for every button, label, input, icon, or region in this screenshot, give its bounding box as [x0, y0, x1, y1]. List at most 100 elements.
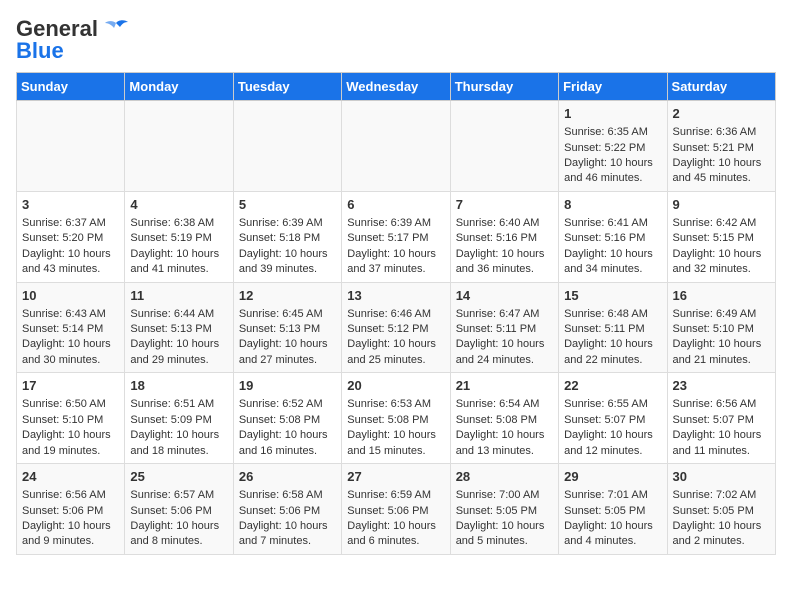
day-info: Sunset: 5:11 PM — [564, 322, 661, 337]
day-number: 6 — [347, 196, 444, 214]
day-number: 28 — [456, 468, 553, 486]
day-info: Sunrise: 7:02 AM — [673, 488, 770, 503]
calendar-cell: 13 Sunrise: 6:46 AMSunset: 5:12 PMDayligh… — [342, 282, 450, 373]
calendar-cell: 17Sunrise: 6:50 AMSunset: 5:10 PMDayligh… — [17, 373, 125, 464]
calendar-cell: 23Sunrise: 6:56 AMSunset: 5:07 PMDayligh… — [667, 373, 775, 464]
day-info: Daylight: 10 hours and 27 minutes. — [239, 337, 336, 368]
day-info: Daylight: 10 hours and 39 minutes. — [239, 247, 336, 278]
calendar-cell: 15 Sunrise: 6:48 AMSunset: 5:11 PMDayligh… — [559, 282, 667, 373]
day-info: Daylight: 10 hours and 22 minutes. — [564, 337, 661, 368]
day-info: Sunset: 5:08 PM — [456, 413, 553, 428]
day-info: Sunset: 5:20 PM — [22, 231, 119, 246]
day-info: Daylight: 10 hours and 16 minutes. — [239, 428, 336, 459]
day-number: 11 — [130, 287, 227, 305]
day-info: Sunset: 5:06 PM — [239, 504, 336, 519]
day-number: 16 — [673, 287, 770, 305]
day-info: Sunset: 5:19 PM — [130, 231, 227, 246]
day-info: Daylight: 10 hours and 7 minutes. — [239, 519, 336, 550]
calendar-cell: 21Sunrise: 6:54 AMSunset: 5:08 PMDayligh… — [450, 373, 558, 464]
calendar-cell — [125, 101, 233, 192]
day-number: 29 — [564, 468, 661, 486]
day-info: Sunrise: 6:37 AM — [22, 216, 119, 231]
day-info: Daylight: 10 hours and 45 minutes. — [673, 156, 770, 187]
week-row-4: 17Sunrise: 6:50 AMSunset: 5:10 PMDayligh… — [17, 373, 776, 464]
day-info: Sunrise: 6:41 AM — [564, 216, 661, 231]
day-info: Sunset: 5:09 PM — [130, 413, 227, 428]
day-info: Sunrise: 6:50 AM — [22, 397, 119, 412]
day-info: Daylight: 10 hours and 46 minutes. — [564, 156, 661, 187]
day-info: Sunrise: 6:39 AM — [239, 216, 336, 231]
day-number: 1 — [564, 105, 661, 123]
day-info: Sunrise: 6:59 AM — [347, 488, 444, 503]
day-info: Sunset: 5:11 PM — [456, 322, 553, 337]
day-info: Sunset: 5:18 PM — [239, 231, 336, 246]
day-info: Sunrise: 6:46 AM — [347, 307, 444, 322]
calendar-cell: 18Sunrise: 6:51 AMSunset: 5:09 PMDayligh… — [125, 373, 233, 464]
day-number: 24 — [22, 468, 119, 486]
day-info: Daylight: 10 hours and 36 minutes. — [456, 247, 553, 278]
day-number: 3 — [22, 196, 119, 214]
day-number: 15 — [564, 287, 661, 305]
day-info: Sunset: 5:21 PM — [673, 141, 770, 156]
calendar-cell: 8Sunrise: 6:41 AMSunset: 5:16 PMDaylight… — [559, 191, 667, 282]
day-info: Sunrise: 6:43 AM — [22, 307, 119, 322]
day-info: Sunrise: 6:56 AM — [673, 397, 770, 412]
day-info: Sunset: 5:10 PM — [673, 322, 770, 337]
day-info: Sunrise: 6:47 AM — [456, 307, 553, 322]
day-number: 4 — [130, 196, 227, 214]
day-info: Daylight: 10 hours and 32 minutes. — [673, 247, 770, 278]
day-info: Sunrise: 6:52 AM — [239, 397, 336, 412]
day-number: 9 — [673, 196, 770, 214]
calendar-cell: 22Sunrise: 6:55 AMSunset: 5:07 PMDayligh… — [559, 373, 667, 464]
day-info: Sunrise: 6:51 AM — [130, 397, 227, 412]
day-info: Sunrise: 7:01 AM — [564, 488, 661, 503]
day-number: 8 — [564, 196, 661, 214]
weekday-header-monday: Monday — [125, 73, 233, 101]
day-info: Sunrise: 6:48 AM — [564, 307, 661, 322]
calendar-cell: 26Sunrise: 6:58 AMSunset: 5:06 PMDayligh… — [233, 464, 341, 555]
day-info: Sunset: 5:05 PM — [564, 504, 661, 519]
day-info: Daylight: 10 hours and 6 minutes. — [347, 519, 444, 550]
day-number: 2 — [673, 105, 770, 123]
day-number: 18 — [130, 377, 227, 395]
day-info: Daylight: 10 hours and 9 minutes. — [22, 519, 119, 550]
logo: General Blue — [16, 16, 130, 64]
day-info: Sunrise: 6:54 AM — [456, 397, 553, 412]
calendar-cell — [450, 101, 558, 192]
day-info: Daylight: 10 hours and 11 minutes. — [673, 428, 770, 459]
day-info: Sunrise: 6:42 AM — [673, 216, 770, 231]
day-info: Sunset: 5:07 PM — [564, 413, 661, 428]
calendar-cell — [342, 101, 450, 192]
day-info: Sunrise: 6:57 AM — [130, 488, 227, 503]
weekday-header-row: SundayMondayTuesdayWednesdayThursdayFrid… — [17, 73, 776, 101]
calendar-table: SundayMondayTuesdayWednesdayThursdayFrid… — [16, 72, 776, 555]
day-info: Daylight: 10 hours and 37 minutes. — [347, 247, 444, 278]
day-number: 7 — [456, 196, 553, 214]
day-info: Daylight: 10 hours and 5 minutes. — [456, 519, 553, 550]
calendar-cell: 29Sunrise: 7:01 AMSunset: 5:05 PMDayligh… — [559, 464, 667, 555]
day-info: Sunset: 5:10 PM — [22, 413, 119, 428]
calendar-cell: 25Sunrise: 6:57 AMSunset: 5:06 PMDayligh… — [125, 464, 233, 555]
week-row-1: 1Sunrise: 6:35 AMSunset: 5:22 PMDaylight… — [17, 101, 776, 192]
day-info: Sunset: 5:22 PM — [564, 141, 661, 156]
day-info: Sunset: 5:05 PM — [673, 504, 770, 519]
day-info: Daylight: 10 hours and 19 minutes. — [22, 428, 119, 459]
day-info: Daylight: 10 hours and 13 minutes. — [456, 428, 553, 459]
day-info: Daylight: 10 hours and 25 minutes. — [347, 337, 444, 368]
day-info: Sunset: 5:12 PM — [347, 322, 444, 337]
day-info: Daylight: 10 hours and 15 minutes. — [347, 428, 444, 459]
calendar-cell: 14Sunrise: 6:47 AMSunset: 5:11 PMDayligh… — [450, 282, 558, 373]
logo-blue: Blue — [16, 38, 64, 64]
day-info: Sunrise: 6:53 AM — [347, 397, 444, 412]
day-info: Daylight: 10 hours and 8 minutes. — [130, 519, 227, 550]
day-info: Sunrise: 6:44 AM — [130, 307, 227, 322]
day-number: 20 — [347, 377, 444, 395]
calendar-cell: 7Sunrise: 6:40 AMSunset: 5:16 PMDaylight… — [450, 191, 558, 282]
day-info: Sunrise: 6:55 AM — [564, 397, 661, 412]
day-info: Sunset: 5:06 PM — [22, 504, 119, 519]
day-info: Sunset: 5:06 PM — [130, 504, 227, 519]
day-info: Sunrise: 6:56 AM — [22, 488, 119, 503]
day-number: 26 — [239, 468, 336, 486]
day-number: 13 — [347, 287, 444, 305]
calendar-cell: 1Sunrise: 6:35 AMSunset: 5:22 PMDaylight… — [559, 101, 667, 192]
